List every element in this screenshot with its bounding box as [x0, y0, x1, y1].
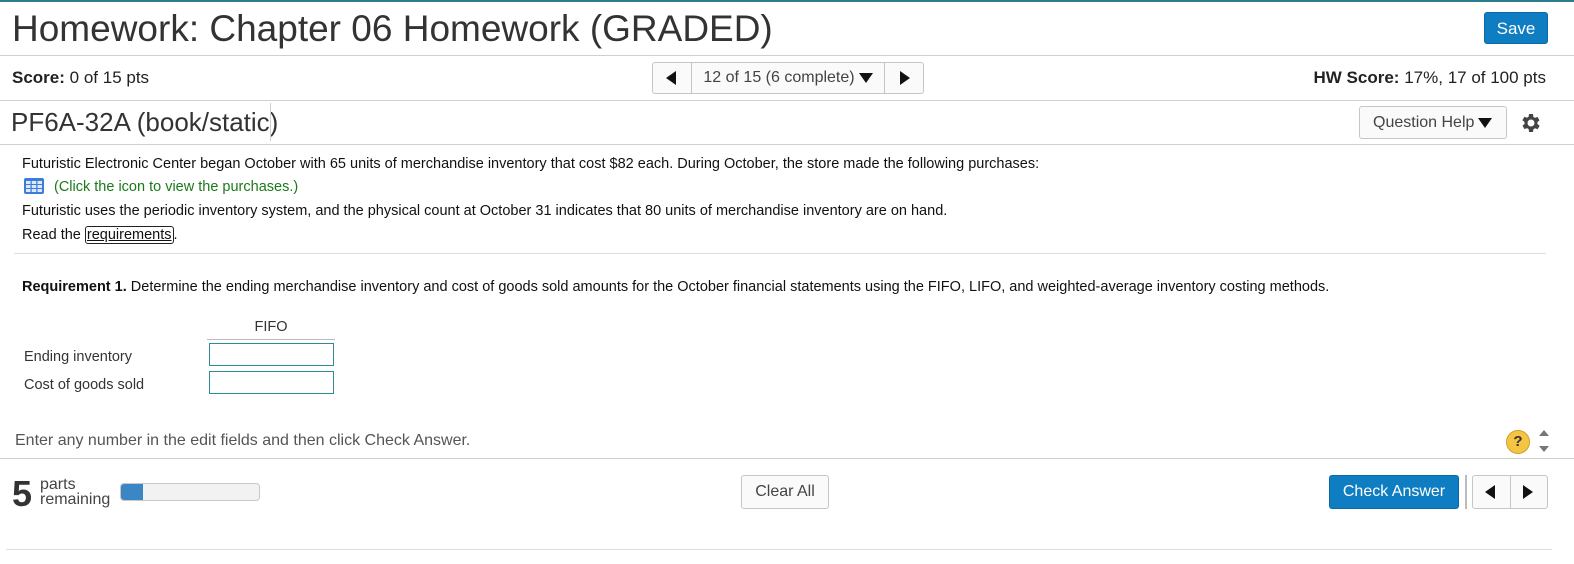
- column-header-fifo: FIFO: [207, 319, 335, 340]
- score: Score: 0 of 15 pts: [12, 68, 149, 88]
- previous-question-button[interactable]: [653, 63, 692, 93]
- remaining-label: remaining: [40, 491, 111, 508]
- next-question-button[interactable]: [884, 63, 923, 93]
- save-button[interactable]: Save: [1484, 12, 1548, 44]
- page-title: Homework: Chapter 06 Homework (GRADED): [12, 8, 773, 49]
- purchases-link-row: (Click the icon to view the purchases.): [22, 177, 298, 195]
- progress-bar: [120, 483, 260, 501]
- row-label-ending-inventory: Ending inventory: [24, 349, 133, 365]
- question-header: PF6A-32A (book/static) Question Help: [0, 101, 1574, 145]
- question-navigator: 12 of 15 (6 complete): [652, 62, 924, 94]
- requirements-row: Read the requirements.: [22, 226, 178, 244]
- question-help-button[interactable]: Question Help: [1359, 106, 1507, 139]
- caret-down-icon: [858, 72, 873, 83]
- arrow-left-icon: [1485, 485, 1495, 499]
- divider: [1465, 475, 1467, 509]
- row-label-cost-of-goods-sold: Cost of goods sold: [24, 377, 145, 393]
- next-part-button[interactable]: [1510, 476, 1547, 508]
- question-id: PF6A-32A (book/static): [11, 107, 279, 137]
- clear-all-button[interactable]: Clear All: [741, 475, 829, 509]
- caret-down-icon: [1478, 117, 1493, 128]
- progress-bar-fill: [121, 484, 144, 500]
- table-grid-icon[interactable]: [23, 177, 45, 195]
- ending-inventory-input[interactable]: [209, 343, 334, 366]
- cost-of-goods-sold-input[interactable]: [209, 371, 334, 394]
- score-label: Score:: [12, 68, 65, 87]
- gear-icon[interactable]: [1518, 111, 1542, 135]
- requirement-text: Requirement 1. Determine the ending merc…: [22, 279, 1329, 295]
- footer: 5 parts remaining Clear All Check Answer: [0, 458, 1574, 523]
- purchases-link[interactable]: (Click the icon to view the purchases.): [54, 179, 298, 195]
- parts-remaining-text: parts remaining: [40, 476, 111, 508]
- parts-remaining-count: 5: [12, 473, 33, 514]
- read-prefix: Read the: [22, 227, 85, 243]
- help-icon[interactable]: ?: [1506, 430, 1530, 454]
- requirements-link[interactable]: requirements: [84, 226, 174, 244]
- check-answer-button[interactable]: Check Answer: [1329, 475, 1459, 509]
- scroll-up-icon[interactable]: [1539, 430, 1549, 436]
- scroll-down-icon[interactable]: [1539, 446, 1549, 452]
- arrow-right-icon: [1523, 485, 1533, 499]
- previous-part-button[interactable]: [1473, 476, 1511, 508]
- hw-score-value: 17%, 17 of 100 pts: [1404, 68, 1546, 87]
- parts-label: parts: [40, 476, 76, 493]
- problem-text-2: Futuristic uses the periodic inventory s…: [22, 203, 948, 219]
- header: Homework: Chapter 06 Homework (GRADED) S…: [0, 2, 1574, 56]
- question-selector-label: 12 of 15 (6 complete): [703, 69, 855, 86]
- score-bar: Score: 0 of 15 pts 12 of 15 (6 complete)…: [0, 56, 1574, 101]
- arrow-right-icon: [900, 71, 910, 85]
- question-help-label: Question Help: [1373, 114, 1475, 131]
- footer-line: [6, 549, 1552, 550]
- section-divider: [14, 253, 1546, 254]
- requirement-label: Requirement 1.: [22, 279, 127, 295]
- arrow-left-icon: [666, 71, 676, 85]
- divider: [270, 103, 271, 141]
- score-value: 0 of 15 pts: [69, 68, 150, 87]
- part-navigator: [1472, 475, 1548, 509]
- question-selector[interactable]: 12 of 15 (6 complete): [691, 63, 885, 93]
- problem-text: Futuristic Electronic Center began Octob…: [22, 156, 1040, 172]
- instruction-hint: Enter any number in the edit fields and …: [15, 432, 471, 449]
- hw-score-label: HW Score:: [1313, 68, 1400, 87]
- read-suffix: .: [173, 227, 178, 243]
- requirement-body: Determine the ending merchandise invento…: [126, 279, 1330, 295]
- hw-score: HW Score: 17%, 17 of 100 pts: [1314, 68, 1546, 88]
